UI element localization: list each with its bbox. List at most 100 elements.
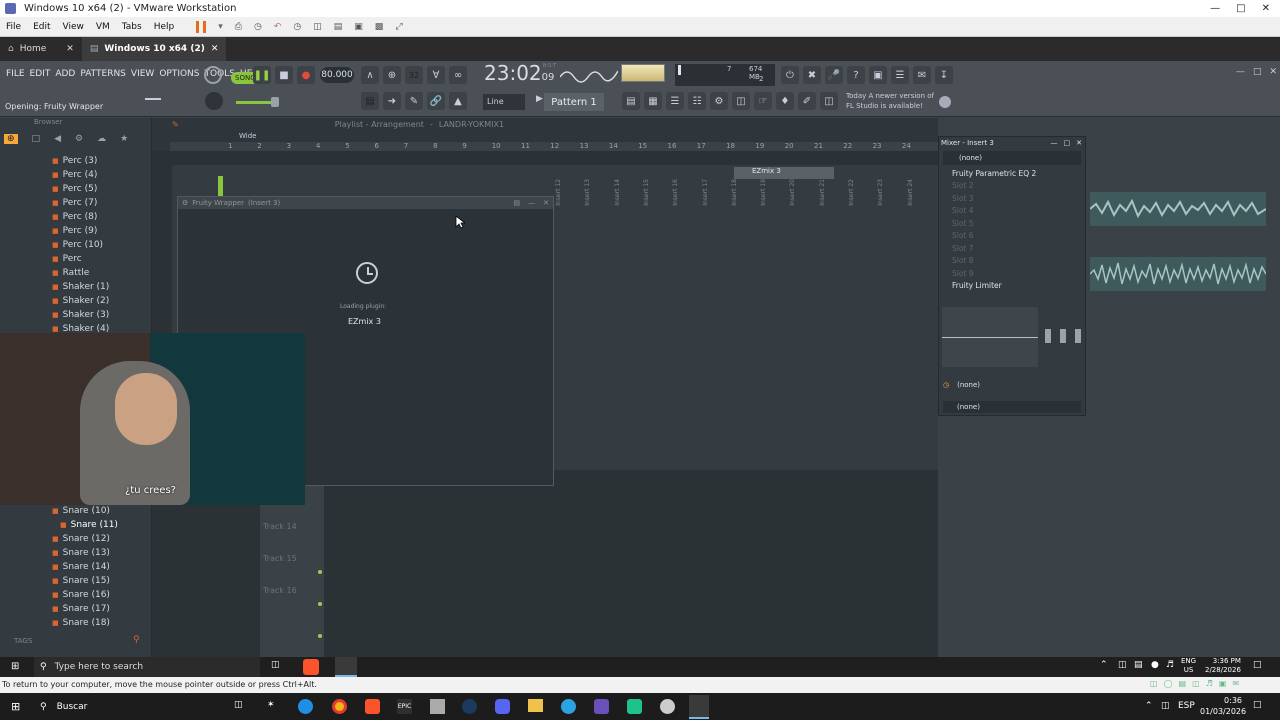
fl-menu-add[interactable]: ADD [55, 69, 75, 79]
save-icon[interactable]: ▣ [869, 66, 887, 84]
insert-label[interactable]: Insert 18 [731, 179, 738, 206]
minimize-icon[interactable]: — [1210, 3, 1220, 14]
stop-button[interactable]: ■ [275, 66, 293, 84]
file-explorer-icon[interactable] [528, 699, 543, 712]
master-volume-knob[interactable] [204, 66, 222, 84]
mixer-out-a[interactable]: ◷ (none) [943, 381, 980, 389]
insert-label[interactable]: Insert 16 [672, 179, 679, 206]
list-item[interactable]: ■ Perc (9) [0, 224, 151, 238]
news-globe-icon[interactable] [939, 96, 951, 108]
sound-icon[interactable]: ♬ [1206, 679, 1213, 688]
piano-roll-icon[interactable]: ▦ [644, 92, 662, 110]
pattern-selector[interactable]: Pattern 1 [544, 93, 604, 111]
restore-icon[interactable]: □ [1236, 3, 1245, 14]
audio-clip[interactable] [1089, 257, 1267, 291]
thumbnail-icon[interactable]: ▤ [334, 22, 343, 32]
tempo-field[interactable]: 80.000 [320, 67, 354, 83]
mixer-slot[interactable]: Slot 6 [939, 230, 1085, 243]
browser-search-icon[interactable]: ⚙ [75, 134, 83, 144]
mixer-view-icon[interactable]: ☷ [688, 92, 706, 110]
fader[interactable] [1045, 329, 1051, 343]
sidebar-toggle-icon[interactable]: ◫ [313, 22, 322, 32]
insert-label[interactable]: Insert 15 [643, 179, 650, 206]
list-item[interactable]: ■ Shaker (1) [0, 280, 151, 294]
app-icon[interactable] [430, 699, 445, 714]
windows-start-icon[interactable]: ⊞ [11, 661, 19, 672]
obs-icon[interactable] [660, 699, 675, 714]
printer-icon[interactable]: ▣ [1219, 679, 1227, 688]
mixer-out-b[interactable]: (none) [943, 401, 1081, 413]
fader[interactable] [1075, 329, 1081, 343]
fl-menu-edit[interactable]: EDIT [30, 69, 51, 79]
close-icon[interactable]: ✕ [211, 44, 219, 54]
insert-label[interactable]: Insert 13 [584, 179, 591, 206]
help-icon[interactable]: ? [847, 66, 865, 84]
stamp-icon[interactable]: ▲ [449, 92, 467, 110]
minimize-icon[interactable]: — [1236, 67, 1245, 77]
close-icon[interactable]: ✕ [1076, 139, 1082, 147]
list-item[interactable]: ■ Snare (13) [0, 546, 152, 560]
host-search-box[interactable]: ⚲ Buscar [34, 693, 224, 720]
track-led[interactable] [318, 602, 322, 606]
gear-icon[interactable]: ⚙ [182, 199, 188, 207]
mixer-slot[interactable]: Fruity Limiter [939, 280, 1085, 293]
close-icon[interactable]: ✕ [1262, 3, 1270, 14]
playlist-tools-icon[interactable]: ✎ [172, 120, 179, 129]
chat-icon[interactable]: ✉ [913, 66, 931, 84]
browser-back-icon[interactable]: ◀ [54, 134, 61, 144]
browser-star-icon[interactable]: ★ [120, 134, 128, 144]
loop-record-icon[interactable]: ∞ [449, 66, 467, 84]
insert-label[interactable]: Insert 19 [760, 179, 767, 206]
plugin-picker-icon[interactable]: ♦ [776, 92, 794, 110]
download-icon[interactable]: ↧ [935, 66, 953, 84]
fl-menu-patterns[interactable]: PATTERNS [80, 69, 126, 79]
stretch-icon[interactable]: ⤢ [395, 22, 402, 32]
insert-label[interactable]: Insert 20 [789, 179, 796, 206]
chevron-up-icon[interactable]: ⌃ [1100, 660, 1108, 670]
cd-icon[interactable]: ◯ [1164, 679, 1173, 688]
network-icon[interactable]: ◫ [1161, 701, 1170, 711]
wait-input-icon[interactable]: ⊕ [383, 66, 401, 84]
list-item[interactable]: ■ Perc (8) [0, 210, 151, 224]
plugin-titlebar[interactable]: ⚙ Fruity Wrapper (Insert 3) ▤ — ✕ [178, 197, 553, 209]
countdown-icon[interactable]: 32 [405, 66, 423, 84]
mixer-slot[interactable]: Slot 8 [939, 255, 1085, 268]
fl-menu-file[interactable]: FILE [6, 69, 25, 79]
network-icon[interactable]: ◫ [1118, 660, 1127, 670]
insert-label[interactable]: Insert 12 [555, 179, 562, 206]
mixer-slot[interactable]: Slot 9 [939, 267, 1085, 280]
vmware-taskbar-icon[interactable] [689, 695, 709, 719]
list-item[interactable]: ■ Snare (10) [0, 504, 152, 518]
chevron-up-icon[interactable]: ⌃ [1145, 701, 1153, 711]
typing-keyboard-icon[interactable]: ▤ [361, 92, 379, 110]
display-icon[interactable]: ▤ [1134, 660, 1143, 670]
close-icon[interactable]: ✕ [66, 44, 74, 54]
insert-label[interactable]: Insert 22 [848, 179, 855, 206]
list-item[interactable]: ■ Perc (3) [0, 154, 151, 168]
detach-icon[interactable]: ▤ [514, 199, 521, 207]
menu-view[interactable]: View [63, 22, 84, 32]
slider-handle[interactable] [271, 97, 279, 107]
browser-all-icon[interactable]: ⊕ [4, 134, 18, 144]
snapshot-icon[interactable]: ◷ [254, 22, 262, 32]
cart-icon[interactable]: ◫ [820, 92, 838, 110]
restore-icon[interactable]: □ [1064, 139, 1071, 147]
track-led[interactable] [318, 634, 322, 638]
host-clock[interactable]: 0:36 01/03/2026 [1200, 695, 1246, 717]
list-item-selected[interactable]: ■ Snare (11) [0, 518, 152, 532]
epic-games-icon[interactable]: EPIC [397, 699, 412, 714]
pause-button[interactable]: ❚❚ [253, 66, 271, 84]
track-header-14[interactable]: Track 14 [260, 516, 324, 548]
master-volume-slider[interactable] [236, 101, 276, 104]
usb-icon[interactable]: ◫ [1192, 679, 1200, 688]
brave-icon[interactable] [365, 699, 380, 714]
track-header-15[interactable]: Track 15 [260, 548, 324, 580]
list-item[interactable]: ■ Snare (15) [0, 574, 152, 588]
edge-icon[interactable] [298, 699, 313, 714]
message-icon[interactable]: ✉ [1232, 679, 1239, 688]
fl-menu-options[interactable]: OPTIONS [159, 69, 199, 79]
snap-select[interactable]: Line [483, 94, 525, 110]
list-item[interactable]: ■ Snare (16) [0, 588, 152, 602]
project-info-icon[interactable]: ✐ [798, 92, 816, 110]
fl-studio-taskbar-icon[interactable] [335, 657, 357, 677]
